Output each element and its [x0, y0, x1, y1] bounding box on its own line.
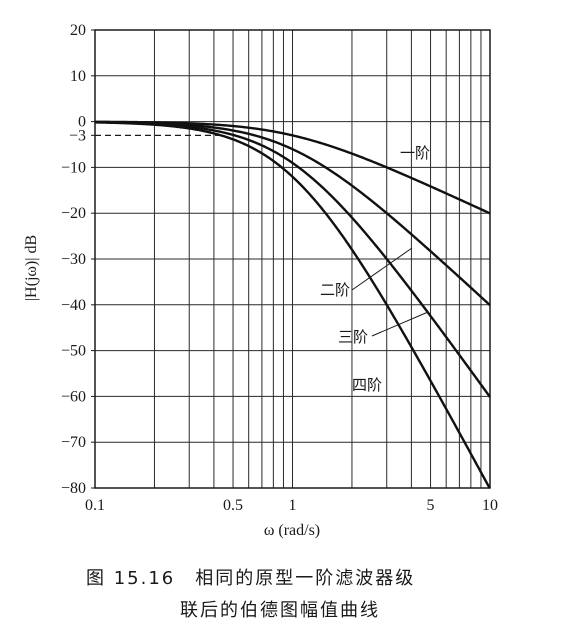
bode-chart: 20100−3−10−20−30−40−50−60−70−80 0.1 0.5 1 5…: [23, 22, 498, 539]
x-tick-labels: 0.1 0.5 1 5 10: [85, 497, 498, 514]
y-tick-label: −40: [61, 297, 86, 314]
y-tick-label: −30: [61, 251, 86, 268]
figure-caption-line-1: 图 15.16 相同的原型一阶滤波器级: [86, 568, 416, 589]
y-tick-label: −20: [61, 205, 86, 222]
series-label-order-3: 三阶: [338, 328, 368, 346]
x-tick-label: 1: [289, 497, 297, 514]
y-tick-label: −3: [69, 127, 86, 144]
x-tick-label: 0.5: [223, 497, 243, 514]
grid: [94, 29, 491, 489]
y-tick-label: 20: [70, 22, 86, 39]
y-tick-labels: 20100−3−10−20−30−40−50−60−70−80: [61, 22, 95, 497]
x-tick-label: 0.1: [85, 497, 105, 514]
y-tick-label: −70: [61, 434, 86, 451]
series-labels: 一阶二阶三阶四阶: [320, 144, 430, 394]
y-tick-label: −50: [61, 343, 86, 360]
x-tick-label: 10: [482, 497, 498, 514]
figure-caption-line-2: 联后的伯德图幅值曲线: [180, 600, 380, 621]
x-axis-title: ω (rad/s): [264, 522, 320, 539]
series-label-order-1: 一阶: [400, 144, 430, 162]
x-tick-label: 5: [427, 497, 435, 514]
y-tick-label: −80: [61, 480, 86, 497]
series-label-order-4: 四阶: [352, 376, 382, 394]
y-axis-title: |H(jω)| dB: [23, 235, 40, 301]
series-label-order-2: 二阶: [320, 281, 350, 299]
y-tick-label: −60: [61, 388, 86, 405]
y-tick-label: −10: [61, 159, 86, 176]
y-tick-label: 10: [70, 68, 86, 85]
series-label-leader: [371, 311, 429, 337]
